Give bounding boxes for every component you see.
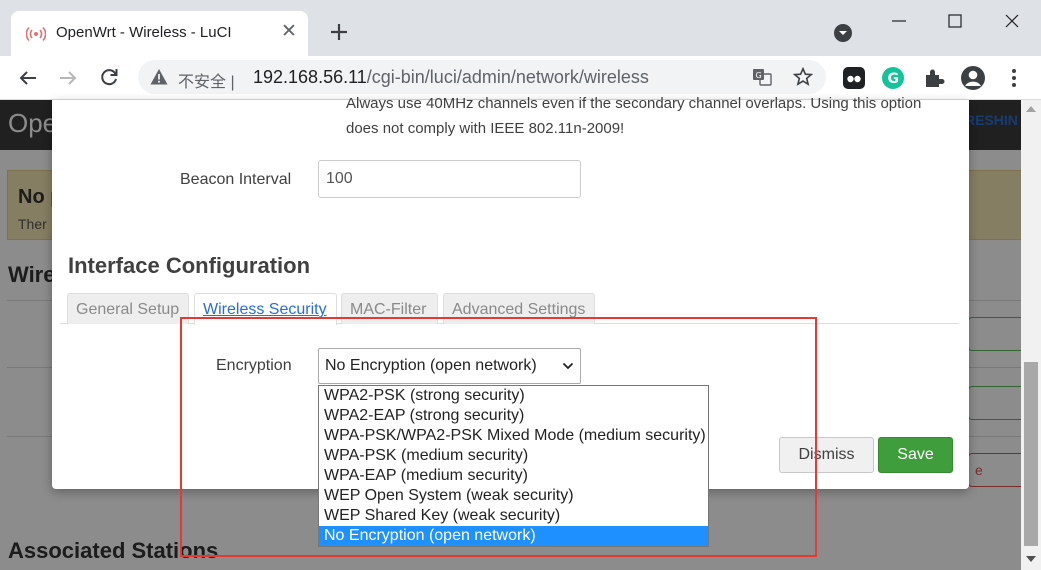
highlight-box [180,317,817,557]
new-tab-icon[interactable] [327,20,351,44]
scroll-down-icon[interactable] [1026,556,1036,562]
browser-tab[interactable]: OpenWrt - Wireless - LuCI ✕ [11,11,308,56]
tab-search-icon[interactable] [833,23,853,43]
grammarly-icon[interactable]: G [880,65,906,91]
section-title: Interface Configuration [68,253,311,278]
security-label: 不安全 | [178,74,235,91]
wireless-favicon-icon [26,26,46,42]
page-scrollbar[interactable] [1021,100,1041,570]
tab-general-setup[interactable]: General Setup [67,293,189,324]
profile-avatar-icon[interactable] [960,65,986,91]
extension-dark-icon[interactable] [841,65,867,91]
scroll-thumb[interactable] [1024,362,1038,546]
translate-icon[interactable]: G [752,67,772,87]
extensions-puzzle-icon[interactable] [921,65,947,91]
beacon-interval-label: Beacon Interval [180,171,292,188]
minimize-icon[interactable] [887,9,911,33]
url-text[interactable]: 192.168.56.11/cgi-bin/luci/admin/network… [253,67,649,88]
not-secure-warning-icon[interactable] [150,68,168,86]
save-button[interactable]: Save [878,437,953,473]
browser-menu-icon[interactable] [1001,65,1027,91]
forward-icon[interactable] [56,66,80,90]
close-window-icon[interactable] [1000,9,1024,33]
scroll-up-icon[interactable] [1026,106,1036,112]
svg-text:G: G [756,71,762,80]
tab-close-icon[interactable]: ✕ [279,22,299,42]
tab-strip: OpenWrt - Wireless - LuCI ✕ [0,0,1041,56]
beacon-interval-input[interactable]: 100 [318,160,581,198]
address-bar[interactable]: 不安全 | 192.168.56.11/cgi-bin/luci/admin/n… [138,60,826,94]
maximize-icon[interactable] [943,9,967,33]
bookmark-star-icon[interactable] [793,67,813,87]
tab-title: OpenWrt - Wireless - LuCI [56,24,232,41]
svg-text:G: G [888,71,900,87]
back-icon[interactable] [16,66,40,90]
channel-width-description: Always use 40MHz channels even if the se… [346,95,922,137]
reload-icon[interactable] [97,66,121,90]
